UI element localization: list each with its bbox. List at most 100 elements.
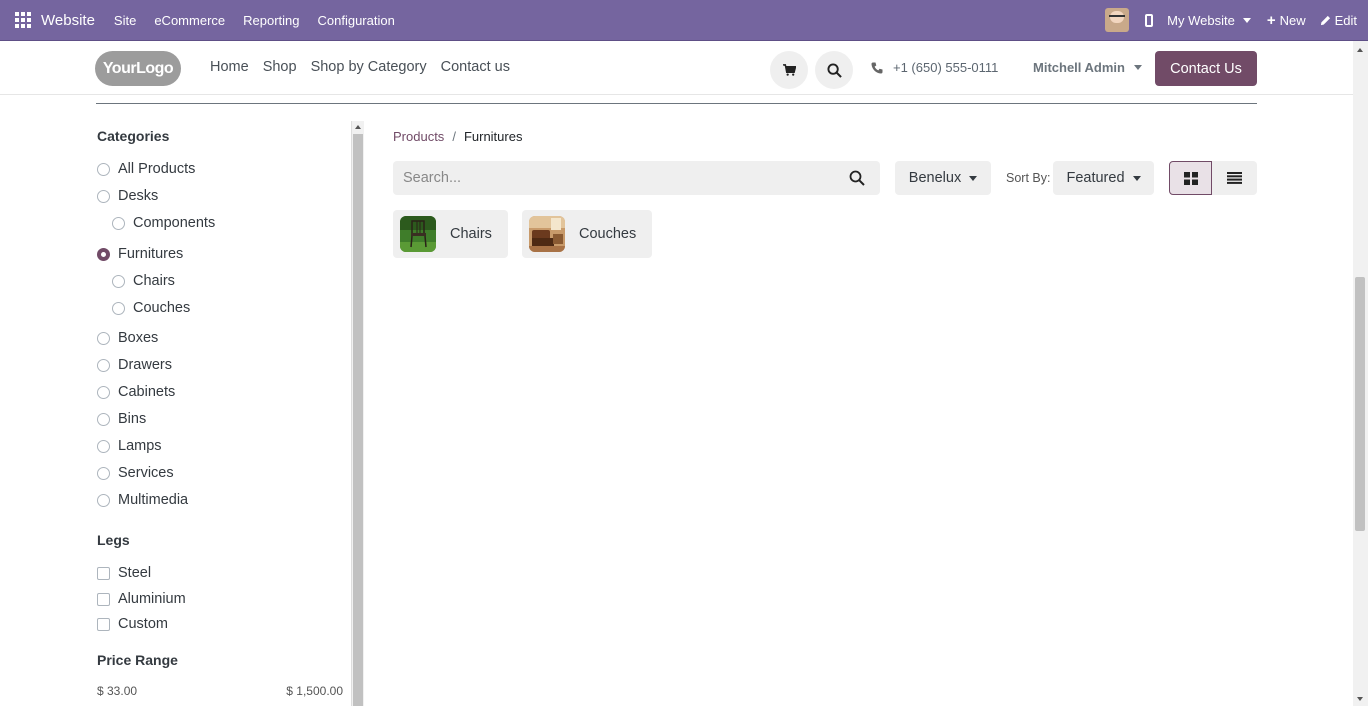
user-menu[interactable]: Mitchell Admin	[1033, 60, 1142, 75]
radio-button[interactable]	[97, 189, 110, 203]
legs-option-steel[interactable]: Steel	[97, 565, 151, 581]
site-nav: Home Shop Shop by Category Contact us	[210, 59, 510, 75]
radio-button[interactable]	[112, 274, 125, 288]
price-max: $ 1,500.00	[286, 684, 343, 698]
category-label: Couches	[133, 300, 191, 316]
category-services[interactable]: Services	[97, 465, 174, 481]
edit-button-label: Edit	[1334, 12, 1357, 28]
website-switcher[interactable]: My Website	[1167, 13, 1251, 28]
page-scrollbar-thumb[interactable]	[1355, 277, 1365, 531]
category-boxes[interactable]: Boxes	[97, 330, 158, 346]
category-label: Furnitures	[118, 246, 184, 262]
subcategory-couches[interactable]: Couches	[522, 210, 652, 258]
user-avatar[interactable]	[1105, 8, 1130, 32]
admin-menu-ecommerce[interactable]: eCommerce	[154, 13, 225, 28]
couches-thumbnail-image	[529, 216, 565, 252]
new-button[interactable]: + New	[1267, 12, 1306, 29]
radio-button[interactable]	[112, 301, 125, 315]
category-multimedia[interactable]: Multimedia	[97, 492, 188, 508]
app-name[interactable]: Website	[41, 12, 95, 29]
legs-option-custom[interactable]: Custom	[97, 616, 168, 632]
radio-button[interactable]	[97, 162, 110, 176]
contact-us-button[interactable]: Contact Us	[1155, 51, 1257, 86]
legs-option-aluminium[interactable]: Aluminium	[97, 591, 186, 607]
category-label: Services	[118, 465, 174, 481]
sort-dropdown[interactable]: Featured	[1053, 161, 1154, 195]
price-min: $ 33.00	[97, 684, 138, 698]
page-scrollbar[interactable]	[1353, 41, 1368, 706]
admin-menu-configuration[interactable]: Configuration	[318, 13, 395, 28]
category-furnitures[interactable]: Furnitures	[97, 246, 183, 262]
plus-icon: +	[1266, 11, 1276, 29]
caret-down-icon	[969, 175, 978, 181]
nav-home[interactable]: Home	[210, 59, 249, 75]
search-input[interactable]	[403, 170, 823, 186]
list-view-button[interactable]	[1212, 161, 1257, 195]
chairs-thumbnail-image	[400, 216, 436, 252]
radio-button[interactable]	[97, 439, 110, 453]
search-icon	[826, 62, 842, 78]
legs-label: Aluminium	[118, 591, 186, 607]
grid-icon	[1183, 171, 1198, 185]
header-phone-number: +1 (650) 555-0111	[893, 60, 999, 75]
admin-menu-site[interactable]: Site	[114, 13, 136, 28]
category-label: Drawers	[118, 357, 172, 373]
radio-button[interactable]	[97, 493, 110, 507]
category-couches[interactable]: Couches	[112, 300, 190, 316]
radio-button[interactable]	[97, 358, 110, 372]
scroll-up-arrow-icon[interactable]	[355, 125, 361, 129]
header-phone[interactable]: +1 (650) 555-0111	[871, 60, 998, 75]
price-range-values: $ 33.00 $ 1,500.00	[97, 684, 343, 698]
grid-view-button[interactable]	[1169, 161, 1212, 195]
scroll-up-arrow-icon[interactable]	[1357, 48, 1363, 52]
radio-button[interactable]	[97, 331, 110, 345]
price-range-title: Price Range	[97, 652, 178, 668]
checkbox[interactable]	[97, 592, 110, 606]
radio-button[interactable]	[112, 216, 125, 230]
edit-button[interactable]: Edit	[1320, 13, 1357, 28]
radio-button-selected[interactable]	[97, 247, 110, 261]
category-bins[interactable]: Bins	[97, 411, 146, 427]
cart-icon	[782, 64, 796, 76]
breadcrumb-separator: /	[452, 129, 456, 144]
radio-button[interactable]	[97, 412, 110, 426]
apps-menu-icon[interactable]	[15, 12, 31, 28]
category-drawers[interactable]: Drawers	[97, 357, 172, 373]
subcategory-chairs[interactable]: Chairs	[393, 210, 508, 258]
radio-button[interactable]	[97, 385, 110, 399]
admin-menu: Site eCommerce Reporting Configuration	[114, 13, 395, 28]
pricelist-dropdown[interactable]: Benelux	[895, 161, 991, 195]
scroll-down-arrow-icon[interactable]	[1357, 697, 1363, 701]
category-label: Components	[133, 215, 216, 231]
admin-navbar: Website Site eCommerce Reporting Configu…	[0, 0, 1368, 41]
website-switcher-label: My Website	[1167, 12, 1235, 28]
nav-contact-us[interactable]: Contact us	[441, 59, 510, 75]
nav-shop[interactable]: Shop	[263, 59, 297, 75]
scrollbar-thumb[interactable]	[353, 134, 363, 706]
checkbox[interactable]	[97, 566, 110, 580]
category-chairs[interactable]: Chairs	[112, 273, 175, 289]
categories-title: Categories	[97, 128, 170, 144]
radio-button[interactable]	[97, 466, 110, 480]
checkbox[interactable]	[97, 617, 110, 631]
category-lamps[interactable]: Lamps	[97, 438, 162, 454]
site-logo[interactable]: YourLogo	[95, 51, 181, 86]
breadcrumb-products[interactable]: Products	[393, 129, 444, 144]
sidebar-scrollbar[interactable]	[351, 121, 364, 706]
sort-value: Featured	[1066, 170, 1125, 186]
category-components[interactable]: Components	[112, 215, 215, 231]
category-cabinets[interactable]: Cabinets	[97, 384, 175, 400]
search-icon[interactable]	[849, 170, 865, 186]
mobile-preview-icon[interactable]	[1145, 13, 1154, 27]
sort-by-label: Sort By:	[1006, 171, 1051, 185]
admin-menu-reporting[interactable]: Reporting	[243, 13, 299, 28]
caret-down-icon	[1242, 17, 1251, 23]
category-all-products[interactable]: All Products	[97, 161, 195, 177]
cart-button[interactable]	[770, 51, 808, 89]
subcategory-label: Couches	[579, 226, 637, 242]
nav-shop-by-category[interactable]: Shop by Category	[311, 59, 427, 75]
search-toggle-button[interactable]	[815, 51, 853, 89]
category-desks[interactable]: Desks	[97, 188, 158, 204]
breadcrumb-current: Furnitures	[463, 129, 523, 144]
caret-down-icon	[1132, 175, 1141, 181]
